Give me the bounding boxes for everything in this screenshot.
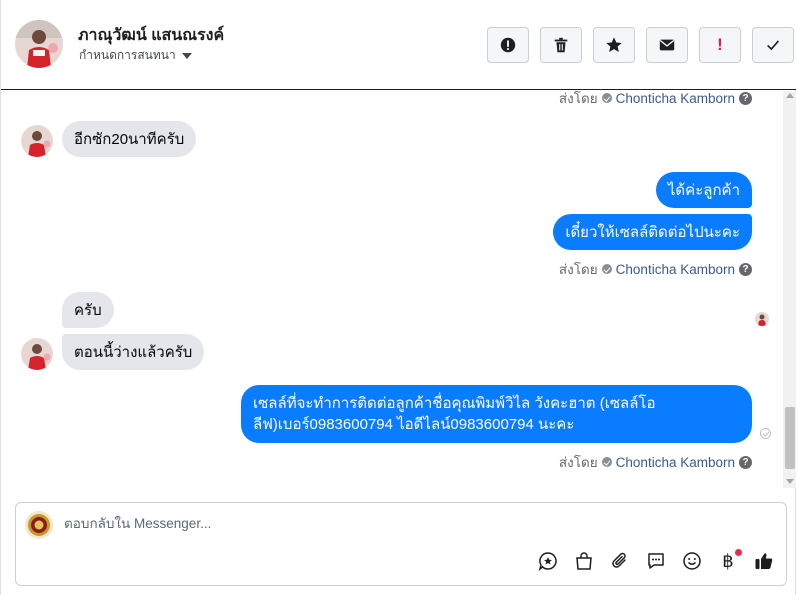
saved-reply-icon <box>538 552 557 571</box>
important-icon: ! <box>717 35 723 54</box>
contact-avatar[interactable] <box>15 20 63 68</box>
quick-replies-button[interactable] <box>644 549 668 573</box>
mark-unread-button[interactable] <box>646 27 688 63</box>
composer-toolbar: ฿ <box>536 549 776 573</box>
mark-done-button[interactable] <box>752 27 794 63</box>
sent-by-prefix: ส่งโดย <box>558 455 598 470</box>
attachment-icon <box>612 552 626 568</box>
help-icon[interactable]: ? <box>739 91 752 105</box>
shop-button[interactable] <box>572 549 596 573</box>
agent-name[interactable]: Chonticha Kamborn <box>616 455 735 470</box>
agent-name[interactable]: Chonticha Kamborn <box>616 262 735 277</box>
star-icon <box>606 37 622 53</box>
message-thread[interactable]: ส่งโดย Chonticha Kamborn ? อีกซัก20นาทีค… <box>1 91 783 491</box>
like-button[interactable] <box>752 549 776 573</box>
mail-icon <box>659 39 675 51</box>
emoji-icon <box>683 552 701 570</box>
help-icon[interactable]: ? <box>739 455 752 469</box>
incoming-message[interactable]: ตอนนี้ว่างแล้วครับ <box>62 334 205 370</box>
help-icon[interactable]: ? <box>739 262 752 276</box>
outgoing-message[interactable]: เซลล์ที่จะทำการติดต่อลูกค้าชื่อคุณพิมพ์ว… <box>241 385 752 443</box>
saved-reply-button[interactable] <box>536 549 560 573</box>
scroll-up-arrow-icon[interactable] <box>786 93 794 98</box>
shop-bag-icon <box>576 552 592 570</box>
trash-icon <box>554 37 568 53</box>
payment-button[interactable]: ฿ <box>716 549 742 573</box>
agent-name[interactable]: Chonticha Kamborn <box>616 91 735 106</box>
payment-baht-icon: ฿ <box>722 550 734 571</box>
star-button[interactable] <box>593 27 635 63</box>
assign-label: กำหนดการสนทนา <box>79 48 176 62</box>
thread-scrollbar[interactable] <box>783 91 796 488</box>
mark-spam-button[interactable] <box>487 27 529 63</box>
contact-name: ภาณุวัฒน์ แสนณรงค์ <box>78 27 225 44</box>
incoming-message[interactable]: ครับ <box>62 292 114 328</box>
scroll-down-arrow-icon[interactable] <box>786 479 794 484</box>
assign-conversation-dropdown[interactable]: กำหนดการสนทนา <box>79 46 192 65</box>
sent-by-line: ส่งโดย Chonticha Kamborn ? <box>559 258 752 280</box>
verified-icon <box>601 93 612 103</box>
like-icon <box>755 553 773 569</box>
spam-icon <box>500 37 516 53</box>
outgoing-message[interactable]: เดี๋ยวให้เซลล์ติดต่อไปนะคะ <box>553 214 752 250</box>
attach-button[interactable] <box>608 549 632 573</box>
incoming-message[interactable]: อีกซัก20นาทีครับ <box>62 121 197 157</box>
sent-status-icon <box>760 428 771 439</box>
conversation-header: ภาณุวัฒน์ แสนณรงค์ กำหนดการสนทนา ! <box>1 0 796 90</box>
outgoing-message[interactable]: ได้ค่ะลูกค้า <box>655 172 752 208</box>
check-icon <box>767 40 780 51</box>
chat-bubble-icon <box>648 553 664 569</box>
sent-by-prefix: ส่งโดย <box>558 262 598 277</box>
notification-dot <box>735 549 742 556</box>
reply-input[interactable] <box>64 516 664 531</box>
contact-avatar-small[interactable] <box>21 338 53 370</box>
delete-button[interactable] <box>540 27 582 63</box>
header-actions: ! <box>487 27 794 63</box>
contact-avatar-small[interactable] <box>21 125 53 157</box>
reply-composer: ฿ <box>15 502 787 586</box>
caret-down-icon <box>181 52 192 59</box>
sent-by-prefix: ส่งโดย <box>558 91 598 106</box>
sent-by-line: ส่งโดย Chonticha Kamborn ? <box>559 451 752 473</box>
mark-important-button[interactable]: ! <box>699 27 741 63</box>
verified-icon <box>601 457 612 467</box>
page-avatar <box>25 511 53 539</box>
messenger-inbox-window: ภาณุวัฒน์ แสนณรงค์ กำหนดการสนทนา ! ส่งโด… <box>0 0 796 595</box>
sent-by-line: ส่งโดย Chonticha Kamborn ? <box>559 91 752 109</box>
seen-avatar <box>755 312 769 326</box>
emoji-button[interactable] <box>680 549 704 573</box>
scrollbar-thumb[interactable] <box>785 407 795 469</box>
verified-icon <box>601 264 612 274</box>
